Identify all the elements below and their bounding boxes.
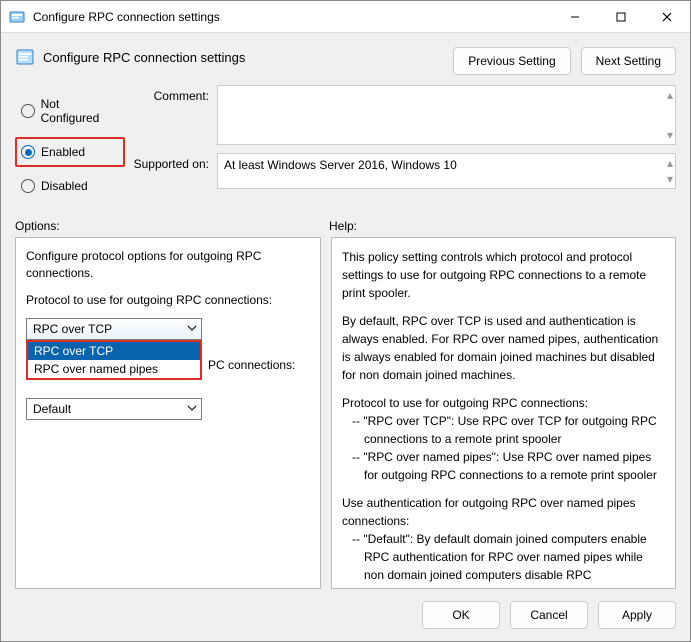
radio-icon [21, 145, 35, 159]
protocol-select[interactable]: RPC over TCP [26, 318, 202, 340]
next-setting-button[interactable]: Next Setting [581, 47, 676, 75]
window-title: Configure RPC connection settings [33, 10, 552, 24]
help-panel: This policy setting controls which proto… [331, 237, 676, 589]
state-label: Not Configured [41, 97, 119, 125]
state-column: Not Configured Enabled Disabled [15, 85, 125, 205]
help-bullet: -- "Default": By default domain joined c… [342, 530, 665, 589]
chevron-down-icon [187, 322, 197, 336]
apply-button[interactable]: Apply [598, 601, 676, 629]
supported-label: Supported on: [125, 153, 209, 189]
section-labels: Options: Help: [1, 213, 690, 237]
comment-textarea[interactable]: ▴ ▾ [217, 85, 676, 145]
help-paragraph: By default, RPC over TCP is used and aut… [342, 312, 665, 384]
protocol-label: Protocol to use for outgoing RPC connect… [26, 292, 310, 309]
state-not-configured[interactable]: Not Configured [15, 89, 125, 133]
titlebar: Configure RPC connection settings [1, 1, 690, 33]
header: Configure RPC connection settings Previo… [1, 33, 690, 85]
scroll-up-icon[interactable]: ▴ [667, 88, 673, 102]
policy-icon [15, 47, 35, 67]
help-text: This policy setting controls which proto… [342, 248, 665, 589]
protocol-dropdown-item[interactable]: RPC over named pipes [28, 360, 200, 378]
help-bullet: -- "RPC over named pipes": Use RPC over … [342, 448, 665, 484]
protocol-dropdown-item[interactable]: RPC over TCP [28, 342, 200, 360]
footer: OK Cancel Apply [1, 589, 690, 641]
comment-label: Comment: [125, 85, 209, 145]
meta-column: Comment: ▴ ▾ Supported on: At least Wind… [125, 85, 676, 205]
help-heading: Help: [329, 219, 357, 233]
settings-window: Configure RPC connection settings Config… [0, 0, 691, 642]
scroll-up-icon[interactable]: ▴ [667, 156, 673, 170]
app-icon [9, 9, 25, 25]
supported-box: At least Windows Server 2016, Windows 10… [217, 153, 676, 189]
minimize-button[interactable] [552, 1, 598, 33]
state-disabled[interactable]: Disabled [15, 171, 125, 201]
protocol-dropdown: RPC over TCPRPC over named pipes [26, 340, 202, 380]
protocol-selected: RPC over TCP [33, 322, 112, 336]
auth-label-partial: PC connections: [208, 358, 295, 372]
header-title: Configure RPC connection settings [43, 50, 245, 65]
help-paragraph: This policy setting controls which proto… [342, 248, 665, 302]
maximize-button[interactable] [598, 1, 644, 33]
close-button[interactable] [644, 1, 690, 33]
cancel-button[interactable]: Cancel [510, 601, 588, 629]
help-paragraph: Protocol to use for outgoing RPC connect… [342, 394, 665, 412]
upper-section: Not Configured Enabled Disabled Comment:… [1, 85, 690, 213]
options-panel: Configure protocol options for outgoing … [15, 237, 321, 589]
supported-value: At least Windows Server 2016, Windows 10 [224, 158, 457, 172]
state-label: Enabled [41, 145, 85, 159]
scroll-down-icon[interactable]: ▾ [667, 172, 673, 186]
panels: Configure protocol options for outgoing … [1, 237, 690, 589]
options-heading: Options: [15, 219, 329, 233]
auth-select[interactable]: Default [26, 398, 202, 420]
ok-button[interactable]: OK [422, 601, 500, 629]
chevron-down-icon [187, 402, 197, 416]
scroll-down-icon[interactable]: ▾ [667, 128, 673, 142]
options-intro: Configure protocol options for outgoing … [26, 248, 310, 282]
state-label: Disabled [41, 179, 88, 193]
help-bullet: -- "RPC over TCP": Use RPC over TCP for … [342, 412, 665, 448]
auth-selected: Default [33, 402, 71, 416]
help-paragraph: Use authentication for outgoing RPC over… [342, 494, 665, 530]
radio-icon [21, 179, 35, 193]
radio-icon [21, 104, 35, 118]
previous-setting-button[interactable]: Previous Setting [453, 47, 570, 75]
state-enabled[interactable]: Enabled [15, 137, 125, 167]
